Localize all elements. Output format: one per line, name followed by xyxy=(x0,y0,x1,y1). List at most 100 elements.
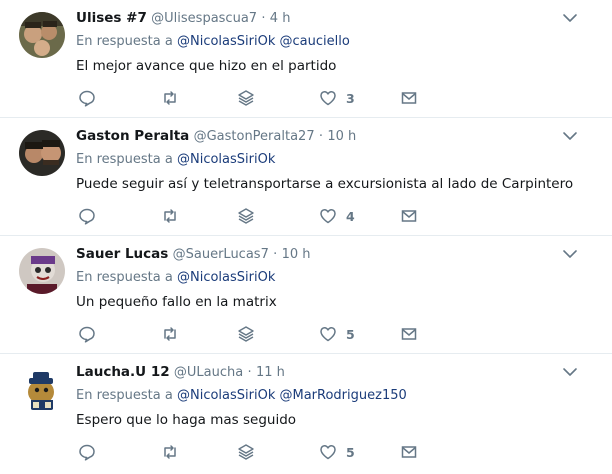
heart-icon xyxy=(320,445,336,460)
envelope-icon xyxy=(401,446,417,458)
like-count: 5 xyxy=(346,326,355,342)
reply-context: En respuesta a @NicolasSiriOk xyxy=(76,270,275,285)
tweet-text: El mejor avance que hizo en el partido xyxy=(76,58,337,74)
reply-prefix: En respuesta a xyxy=(76,34,173,49)
retweet-icon xyxy=(164,91,176,105)
username[interactable]: @GastonPeralta27 xyxy=(194,129,315,144)
reply-button[interactable] xyxy=(78,207,96,225)
stack-button[interactable] xyxy=(237,207,255,225)
retweet-button[interactable] xyxy=(161,325,179,343)
reply-icon xyxy=(79,208,95,225)
tweet-text: Un pequeño fallo en la matrix xyxy=(76,294,277,310)
retweet-button[interactable] xyxy=(161,207,179,225)
like-button[interactable]: 3 xyxy=(319,89,355,107)
timestamp[interactable]: 10 h xyxy=(327,129,356,144)
stack-button[interactable] xyxy=(237,325,255,343)
mention-link[interactable]: @NicolasSiriOk xyxy=(177,388,275,403)
mention-link[interactable]: @NicolasSiriOk xyxy=(177,270,275,285)
envelope-icon xyxy=(401,328,417,340)
avatar-image xyxy=(19,130,65,176)
username[interactable]: @ULaucha xyxy=(174,365,243,380)
reply-button[interactable] xyxy=(78,89,96,107)
stack-icon xyxy=(238,444,254,460)
direct-message-button[interactable] xyxy=(400,325,418,343)
mention-link[interactable]: @cauciello xyxy=(280,34,350,49)
heart-icon xyxy=(320,209,336,224)
reply-context: En respuesta a @NicolasSiriOk @MarRodrig… xyxy=(76,388,407,403)
reply-icon xyxy=(79,326,95,343)
tweet-actions: 5 xyxy=(78,325,418,343)
stack-button[interactable] xyxy=(237,89,255,107)
retweet-icon xyxy=(164,327,176,341)
tweet[interactable]: Laucha.U 12 @ULaucha · 11 h En respuesta… xyxy=(0,354,612,472)
stack-icon xyxy=(238,326,254,342)
reply-timeline: Ulises #7 @Ulisespascua7 · 4 h En respue… xyxy=(0,0,612,472)
chevron-down-icon[interactable] xyxy=(562,366,578,378)
tweet[interactable]: Ulises #7 @Ulisespascua7 · 4 h En respue… xyxy=(0,0,612,118)
tweet[interactable]: Sauer Lucas @SauerLucas7 · 10 h En respu… xyxy=(0,236,612,354)
like-count: 4 xyxy=(346,208,355,224)
timestamp[interactable]: 4 h xyxy=(270,11,291,26)
reply-button[interactable] xyxy=(78,443,96,461)
timestamp[interactable]: 10 h xyxy=(282,247,311,262)
avatar-image xyxy=(19,366,65,412)
avatar[interactable] xyxy=(19,130,65,176)
mention-link[interactable]: @MarRodriguez150 xyxy=(280,388,407,403)
stack-icon xyxy=(238,208,254,224)
reply-prefix: En respuesta a xyxy=(76,152,173,167)
reply-icon xyxy=(79,90,95,107)
tweet-actions: 3 xyxy=(78,89,418,107)
username[interactable]: @SauerLucas7 xyxy=(173,247,269,262)
username[interactable]: @Ulisespascua7 xyxy=(151,11,257,26)
tweet-actions: 4 xyxy=(78,207,418,225)
display-name[interactable]: Gaston Peralta xyxy=(76,128,189,144)
like-button[interactable]: 4 xyxy=(319,207,355,225)
chevron-down-icon[interactable] xyxy=(562,130,578,142)
tweet-text: Puede seguir así y teletransportarse a e… xyxy=(76,176,574,192)
tweet-header: Gaston Peralta @GastonPeralta27 · 10 h xyxy=(76,128,356,144)
reply-icon xyxy=(79,444,95,461)
avatar[interactable] xyxy=(19,248,65,294)
heart-icon xyxy=(320,327,336,342)
separator-dot: · xyxy=(247,365,252,380)
separator-dot: · xyxy=(273,247,278,262)
reply-button[interactable] xyxy=(78,325,96,343)
chevron-down-icon[interactable] xyxy=(562,248,578,260)
retweet-button[interactable] xyxy=(161,89,179,107)
tweet-header: Laucha.U 12 @ULaucha · 11 h xyxy=(76,364,285,380)
tweet-actions: 5 xyxy=(78,443,418,461)
like-button[interactable]: 5 xyxy=(319,443,355,461)
avatar-image xyxy=(19,12,65,58)
stack-button[interactable] xyxy=(237,443,255,461)
retweet-button[interactable] xyxy=(161,443,179,461)
reply-prefix: En respuesta a xyxy=(76,388,173,403)
avatar[interactable] xyxy=(19,366,65,412)
separator-dot: · xyxy=(261,11,266,26)
reply-prefix: En respuesta a xyxy=(76,270,173,285)
separator-dot: · xyxy=(318,129,324,144)
envelope-icon xyxy=(401,210,417,222)
like-count: 3 xyxy=(346,90,355,106)
retweet-icon xyxy=(164,209,176,223)
direct-message-button[interactable] xyxy=(400,443,418,461)
direct-message-button[interactable] xyxy=(400,207,418,225)
tweet-text: Espero que lo haga mas seguido xyxy=(76,412,297,428)
like-count: 5 xyxy=(346,444,355,460)
tweet[interactable]: Gaston Peralta @GastonPeralta27 · 10 h E… xyxy=(0,118,612,236)
mention-link[interactable]: @NicolasSiriOk xyxy=(177,152,275,167)
direct-message-button[interactable] xyxy=(400,89,418,107)
mention-link[interactable]: @NicolasSiriOk xyxy=(177,34,275,49)
reply-context: En respuesta a @NicolasSiriOk @cauciello xyxy=(76,34,350,49)
display-name[interactable]: Sauer Lucas xyxy=(76,246,168,262)
heart-icon xyxy=(320,91,336,106)
timestamp[interactable]: 11 h xyxy=(256,365,285,380)
avatar[interactable] xyxy=(19,12,65,58)
tweet-header: Sauer Lucas @SauerLucas7 · 10 h xyxy=(76,246,311,262)
display-name[interactable]: Laucha.U 12 xyxy=(76,364,170,380)
stack-icon xyxy=(238,90,254,106)
like-button[interactable]: 5 xyxy=(319,325,355,343)
tweet-header: Ulises #7 @Ulisespascua7 · 4 h xyxy=(76,10,290,26)
reply-context: En respuesta a @NicolasSiriOk xyxy=(76,152,275,167)
chevron-down-icon[interactable] xyxy=(562,12,578,24)
display-name[interactable]: Ulises #7 xyxy=(76,10,147,26)
